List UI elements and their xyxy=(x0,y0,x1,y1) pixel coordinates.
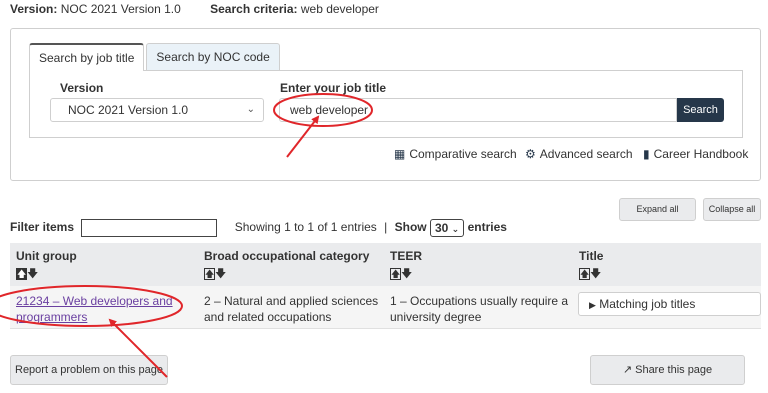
search-form: Version NOC 2021 Version 1.0 ⌄ Enter you… xyxy=(29,70,743,138)
version-label: Version xyxy=(60,81,104,95)
share-page-button[interactable]: ↗ Share this page xyxy=(590,355,745,385)
show-label: Show xyxy=(394,220,427,235)
column-header-title[interactable]: Title xyxy=(579,249,603,263)
filter-items-input[interactable] xyxy=(81,219,218,237)
unit-group-cell: 21234 – Web developers and programmers xyxy=(16,293,173,325)
sort-controls-title[interactable]: 🡅🡇 xyxy=(579,265,601,284)
search-panel: Search by job title Search by NOC code V… xyxy=(10,28,761,181)
showing-entries-text: Showing 1 to 1 of 1 entries xyxy=(234,220,377,235)
filter-items-label: Filter items xyxy=(10,220,75,235)
matching-job-titles-button[interactable]: ▶ Matching job titles xyxy=(578,292,761,316)
career-handbook-link[interactable]: ▮ Career Handbook xyxy=(643,147,748,161)
triangle-right-icon: ▶ xyxy=(589,300,596,310)
book-icon: ▮ xyxy=(643,147,650,161)
table-row: 21234 – Web developers and programmers 2 … xyxy=(10,286,761,329)
share-page-label: Share this page xyxy=(635,364,713,376)
search-criteria-bar: Version: NOC 2021 Version 1.0 Search cri… xyxy=(10,2,379,16)
expand-all-button[interactable]: Expand all xyxy=(619,198,696,221)
gear-icon: ⚙ xyxy=(525,147,536,161)
unit-group-link[interactable]: 21234 – Web developers and programmers xyxy=(16,294,173,324)
advanced-search-link[interactable]: ⚙ Advanced search xyxy=(525,147,633,161)
sort-controls-teer[interactable]: 🡅🡇 xyxy=(390,265,412,284)
entries-label: entries xyxy=(467,220,507,235)
teer-cell: 1 – Occupations usually require a univers… xyxy=(390,294,569,324)
search-tabs: Search by job title Search by NOC code xyxy=(29,43,280,71)
column-header-unit-group[interactable]: Unit group xyxy=(16,249,77,263)
advanced-search-label: Advanced search xyxy=(539,147,633,161)
chevron-down-icon: ⌄ xyxy=(451,224,460,234)
share-icon: ↗ xyxy=(622,364,633,376)
job-title-input[interactable]: web developer xyxy=(279,98,677,122)
career-handbook-label: Career Handbook xyxy=(653,147,749,161)
sort-descending-icon[interactable]: 🡇 xyxy=(215,268,226,280)
collapse-all-button[interactable]: Collapse all xyxy=(703,198,761,221)
search-criteria-value: web developer xyxy=(300,2,379,16)
tab-search-by-job-title[interactable]: Search by job title xyxy=(29,43,145,71)
search-button[interactable]: Search xyxy=(677,98,724,122)
tab-search-by-noc-code[interactable]: Search by NOC code xyxy=(146,43,280,71)
results-table-header: Unit group 🡅🡇 Broad occupational categor… xyxy=(10,243,761,286)
sort-ascending-icon[interactable]: 🡅 xyxy=(204,268,215,280)
sort-ascending-icon[interactable]: 🡅 xyxy=(579,268,590,280)
column-header-teer[interactable]: TEER xyxy=(390,249,422,263)
report-problem-button[interactable]: Report a problem on this page xyxy=(10,355,168,385)
job-title-label: Enter your job title xyxy=(280,81,387,95)
comparative-search-label: Comparative search xyxy=(409,147,517,161)
search-criteria-caption: Search criteria: xyxy=(210,2,298,16)
filter-bar: Filter items Showing 1 to 1 of 1 entries… xyxy=(10,219,507,237)
chevron-down-icon: ⌄ xyxy=(246,104,255,115)
separator: | xyxy=(384,220,388,235)
version-value: NOC 2021 Version 1.0 xyxy=(60,2,181,16)
version-select[interactable]: NOC 2021 Version 1.0 ⌄ xyxy=(50,98,264,122)
sort-ascending-icon[interactable]: 🡅 xyxy=(390,268,401,280)
comparative-search-link[interactable]: ▦ Comparative search xyxy=(394,147,517,161)
version-select-value: NOC 2021 Version 1.0 xyxy=(68,103,189,117)
version-caption: Version: xyxy=(10,2,58,16)
sort-descending-icon[interactable]: 🡇 xyxy=(401,268,412,280)
sort-controls-broad-category[interactable]: 🡅🡇 xyxy=(204,265,226,284)
sort-descending-icon[interactable]: 🡇 xyxy=(590,268,601,280)
entries-per-page-value: 30 xyxy=(434,221,449,235)
sort-ascending-icon[interactable]: 🡅 xyxy=(16,268,27,280)
broad-category-cell: 2 – Natural and applied sciences and rela… xyxy=(204,294,379,324)
sort-controls-unit-group[interactable]: 🡅🡇 xyxy=(16,265,38,284)
table-grid-icon: ▦ xyxy=(394,147,406,161)
column-header-broad-category[interactable]: Broad occupational category xyxy=(204,249,369,263)
entries-per-page-select[interactable]: 30 ⌄ xyxy=(429,219,465,237)
sort-descending-icon[interactable]: 🡇 xyxy=(27,268,38,280)
matching-job-titles-label: Matching job titles xyxy=(599,297,696,311)
